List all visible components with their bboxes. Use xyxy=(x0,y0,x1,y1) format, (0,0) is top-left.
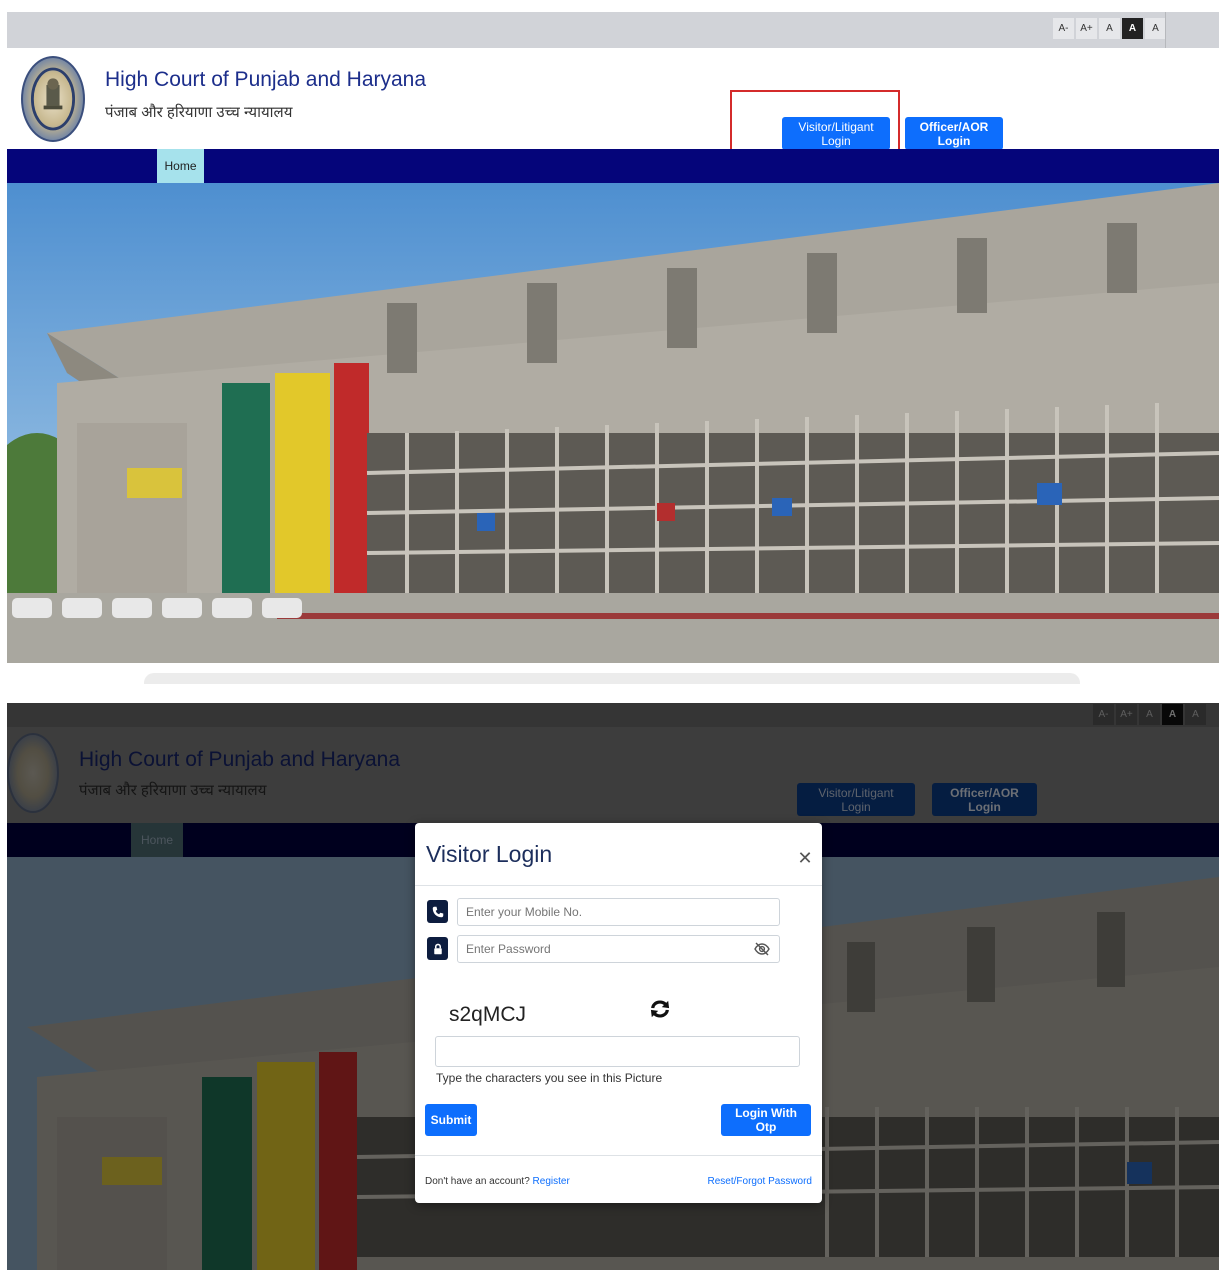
site-subtitle-hindi: पंजाब और हरियाणा उच्च न्यायालय xyxy=(105,104,293,121)
modal-title: Visitor Login xyxy=(426,841,553,867)
modal-header-divider xyxy=(415,885,822,886)
submit-button[interactable]: Submit xyxy=(425,1104,477,1136)
phone-icon xyxy=(427,900,448,923)
lock-icon xyxy=(427,937,448,960)
mobile-number-input[interactable] xyxy=(457,898,780,926)
font-normal-button[interactable]: A xyxy=(1099,18,1120,39)
officer-login-button[interactable]: Officer/AOR Login xyxy=(905,117,1003,150)
captcha-input[interactable] xyxy=(435,1036,800,1067)
close-icon[interactable]: ✕ xyxy=(796,849,814,867)
no-account-text: Don't have an account? Register xyxy=(425,1176,570,1187)
hero-banner xyxy=(7,183,1219,663)
content-card-edge xyxy=(144,673,1080,684)
topbar-divider xyxy=(1165,12,1166,48)
font-increase-button[interactable]: A+ xyxy=(1076,18,1097,39)
court-emblem-logo xyxy=(21,56,85,142)
content-strip xyxy=(7,663,1219,684)
captcha-hint: Type the characters you see in this Pict… xyxy=(436,1071,663,1085)
site-header: High Court of Punjab and Haryana पंजाब औ… xyxy=(7,48,1219,162)
modal-footer-divider xyxy=(415,1155,822,1156)
no-account-label: Don't have an account? xyxy=(425,1176,530,1187)
emblem-icon xyxy=(30,67,76,131)
password-input[interactable] xyxy=(457,935,780,963)
captcha-image-text: s2qMCJ xyxy=(449,1003,527,1026)
nav-item-home[interactable]: Home xyxy=(157,149,204,183)
login-with-otp-button[interactable]: Login With Otp xyxy=(721,1104,811,1136)
visitor-login-button[interactable]: Visitor/Litigant Login xyxy=(782,117,890,150)
register-link[interactable]: Register xyxy=(533,1176,570,1187)
site-title: High Court of Punjab and Haryana xyxy=(105,68,427,91)
court-building-image xyxy=(7,183,1219,663)
main-navbar: Home xyxy=(7,149,1219,183)
contrast-normal-button[interactable]: A xyxy=(1145,18,1166,39)
homepage-screenshot: A- A+ A A A High Court of Punjab and Har… xyxy=(7,12,1219,684)
reset-forgot-password-link[interactable]: Reset/Forgot Password xyxy=(708,1176,813,1187)
contrast-dark-button[interactable]: A xyxy=(1122,18,1143,39)
font-size-controls: A- A+ A A A xyxy=(1053,18,1166,39)
refresh-captcha-icon[interactable] xyxy=(649,999,671,1019)
eye-slash-icon[interactable] xyxy=(754,941,770,957)
login-modal-screenshot: A- A+ A A A High Court of Punjab and Har… xyxy=(7,703,1219,1270)
font-decrease-button[interactable]: A- xyxy=(1053,18,1074,39)
visitor-login-modal: Visitor Login ✕ s2qMCJ Type the characte… xyxy=(415,823,822,1203)
accessibility-bar: A- A+ A A A xyxy=(7,12,1219,48)
